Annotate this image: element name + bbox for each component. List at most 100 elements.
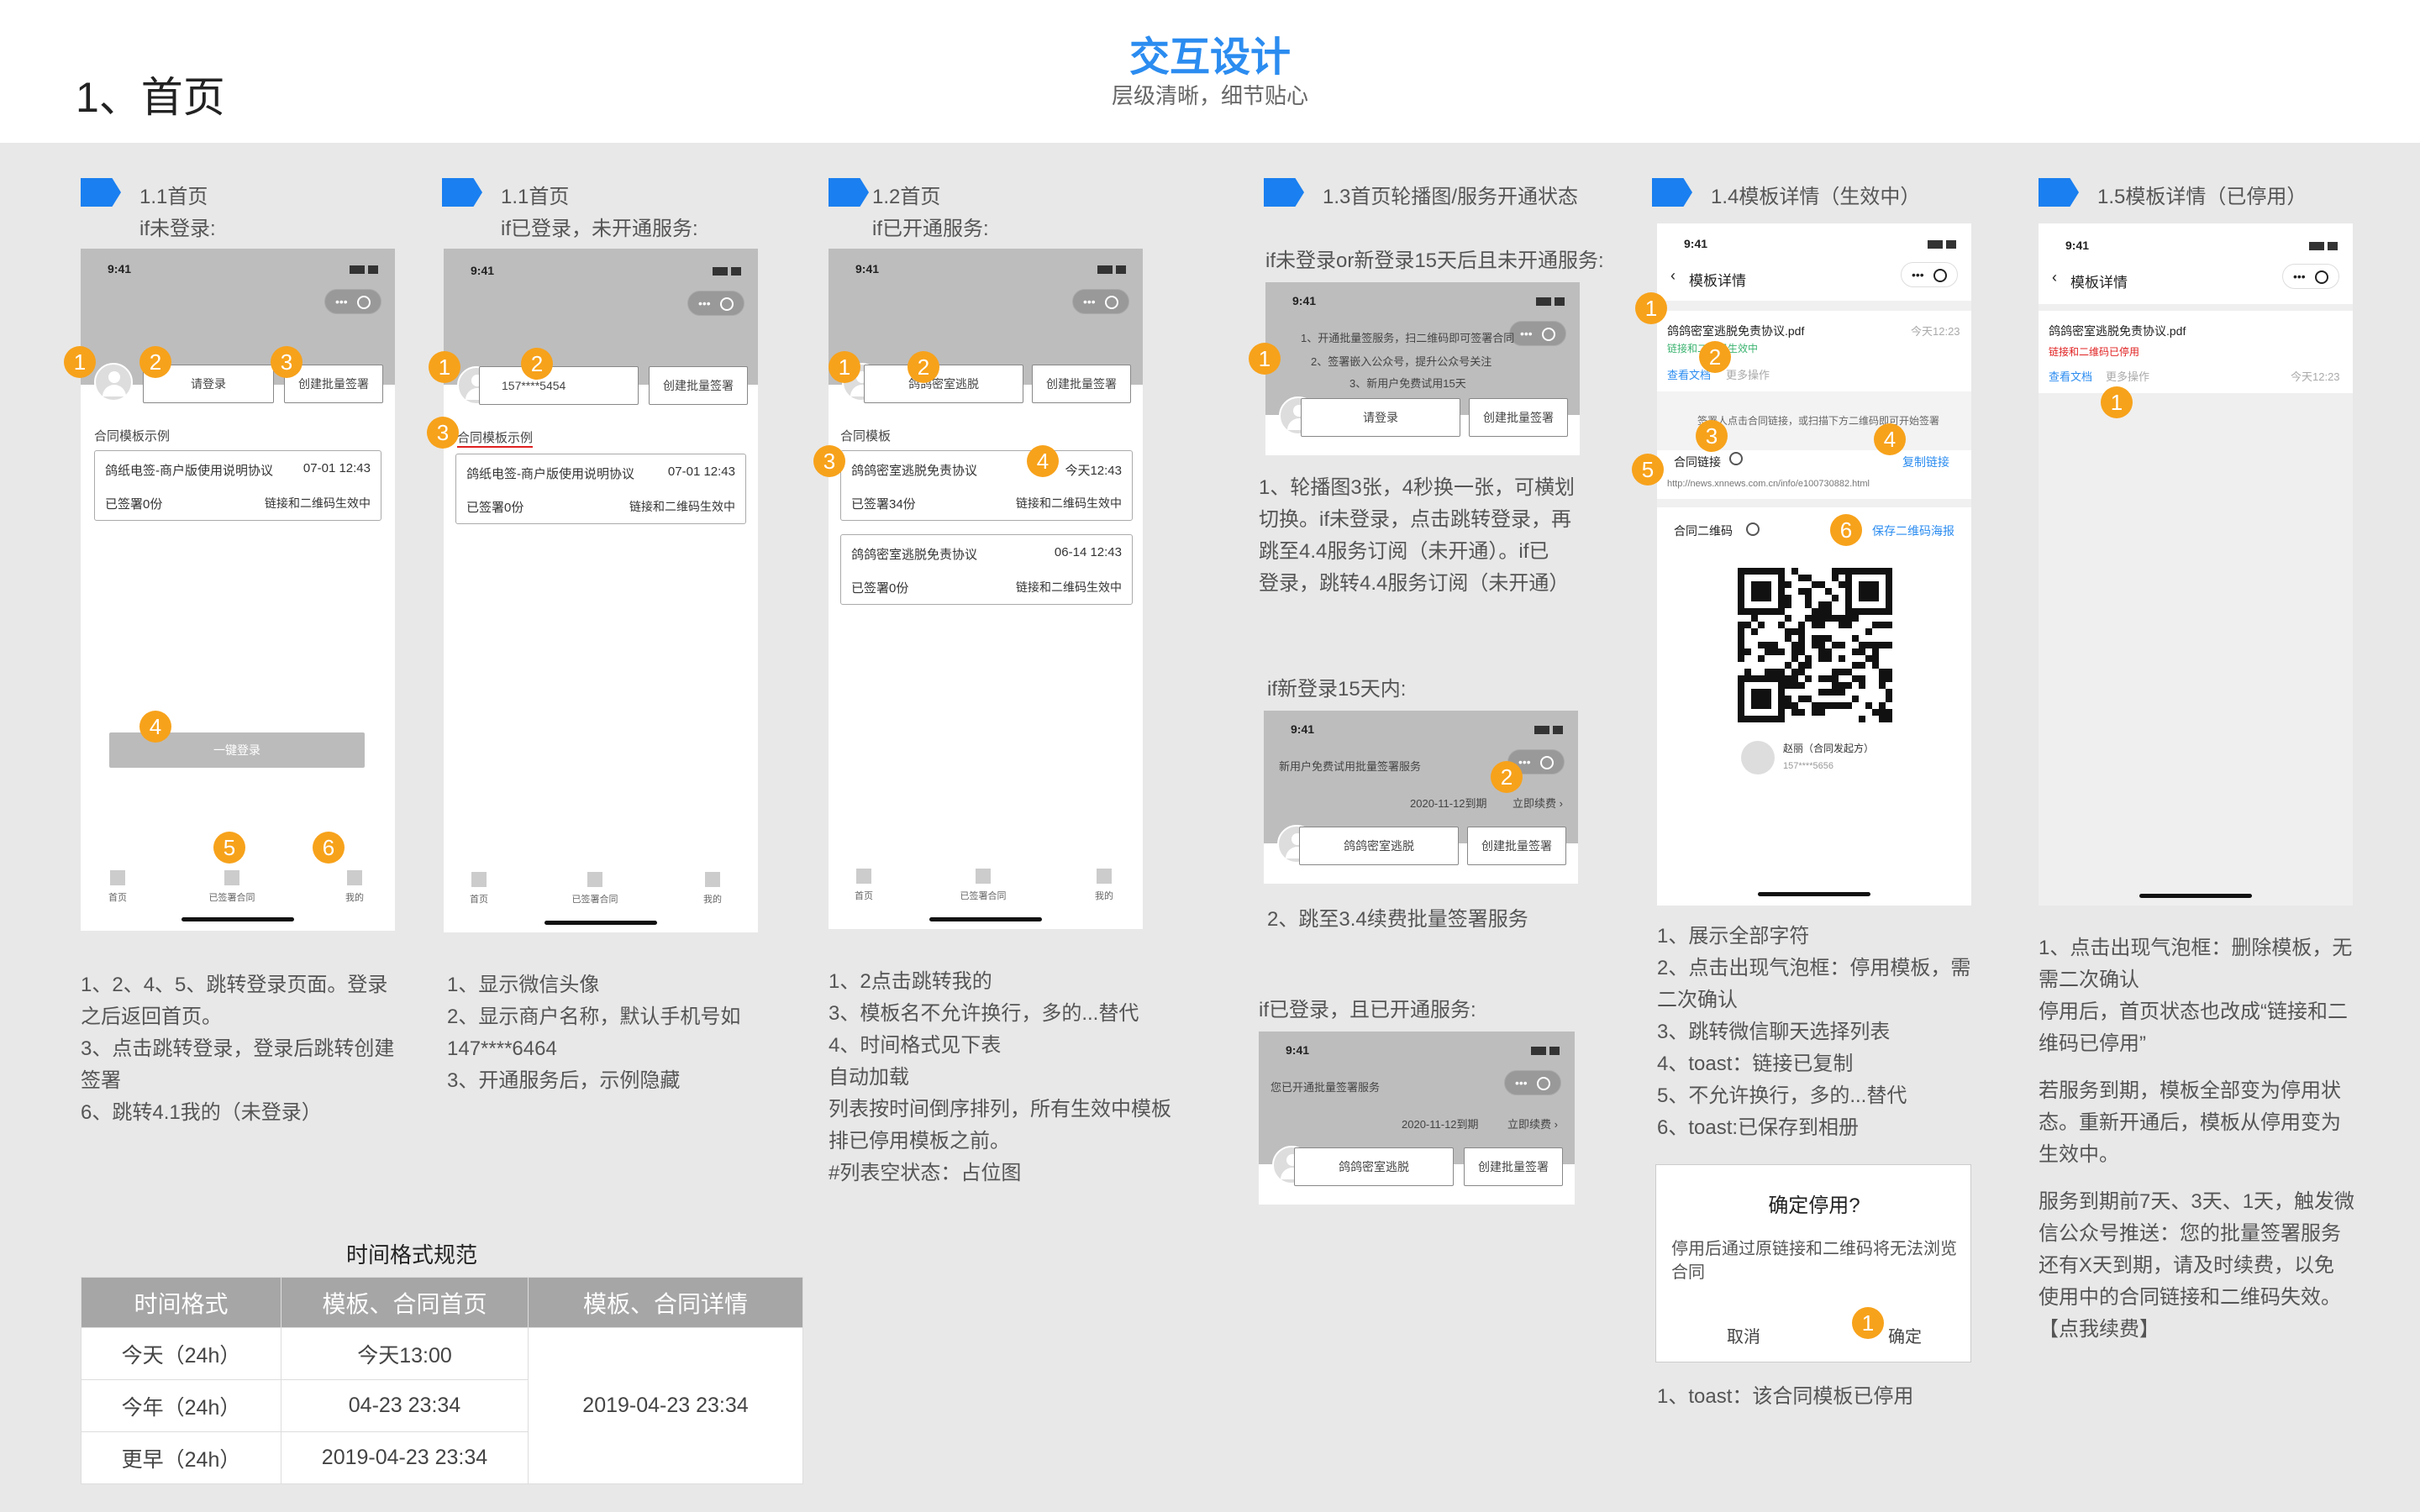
more-ops-link[interactable]: 更多操作 (1726, 366, 1770, 382)
tab-home[interactable]: 首页 (92, 870, 143, 904)
view-doc-link[interactable]: 查看文档 (2049, 368, 2092, 384)
note-line: 3、跳转微信聊天选择列表 (1657, 1021, 1891, 1043)
tab-signed[interactable]: 已签署合同 (958, 869, 1008, 902)
qr-module (1771, 716, 1778, 722)
qr-module (1825, 689, 1832, 696)
phone-number-button[interactable]: 157****5454 (479, 366, 639, 405)
status-time: 9:41 (1684, 237, 1708, 250)
qr-module (1812, 635, 1818, 642)
tab-home[interactable]: 首页 (839, 869, 889, 902)
contract-card[interactable]: 鸽纸电签-商户版使用说明协议 07-01 12:43 已签署0份 链接和二维码生… (94, 450, 381, 521)
qr-module (1744, 568, 1751, 575)
qr-module (1778, 575, 1785, 581)
qr-module (1744, 669, 1751, 675)
divider (1657, 301, 1971, 311)
badge-5: 5 (213, 832, 245, 864)
badge-2: 2 (1699, 341, 1731, 373)
tab-signed[interactable]: 已签署合同 (570, 872, 620, 906)
qr-module (1872, 588, 1879, 595)
qr-module (1758, 608, 1765, 615)
qr-module (1785, 615, 1791, 622)
note-line: 5、不允许换行，多的...替代 (1657, 1084, 1907, 1107)
create-batch-button[interactable]: 创建批量签署 (1032, 365, 1131, 403)
create-batch-button[interactable]: 创建批量签署 (1467, 827, 1566, 865)
miniapp-capsule[interactable]: ••• (1901, 262, 1958, 287)
qr-module (1852, 615, 1859, 622)
renew-link[interactable]: 立即续费 › (1507, 1116, 1558, 1131)
note-line: 3、点击跳转登录，登录后跳转创建 (81, 1037, 395, 1060)
qr-module (1738, 716, 1744, 722)
banner-mock-not-opened: 9:41 ••• 1、开通批量签服务，扫二维码即可签署合同 2、签署嵌入公众号，… (1265, 282, 1580, 455)
miniapp-capsule[interactable]: ••• (1504, 1070, 1561, 1095)
shop-name-button[interactable]: 鸽鸽密室逃脱 (864, 365, 1023, 403)
miniapp-capsule[interactable]: ••• (687, 291, 744, 316)
qr-module (1825, 588, 1832, 595)
qr-module (1872, 568, 1879, 575)
shop-name-button[interactable]: 鸽鸽密室逃脱 (1294, 1147, 1454, 1186)
qr-module (1778, 595, 1785, 601)
back-icon[interactable]: ‹ (1670, 267, 1676, 285)
contract-card[interactable]: 鸽鸽密室逃脱免责协议 06-14 12:43 已签署0份 链接和二维码生效中 (840, 534, 1133, 605)
qr-module (1798, 588, 1805, 595)
qr-module (1738, 675, 1744, 682)
flag-icon (1264, 178, 1304, 207)
status-time: 9:41 (2065, 239, 2090, 252)
qr-module (1758, 689, 1765, 696)
more-ops-link[interactable]: 更多操作 (2106, 368, 2149, 384)
link-status: 链接和二维码生效中 (1016, 580, 1122, 594)
copy-link-button[interactable]: 复制链接 (1902, 454, 1949, 470)
tab-mine[interactable]: 我的 (329, 870, 380, 904)
refresh-icon[interactable] (1746, 522, 1760, 536)
miniapp-capsule[interactable]: ••• (324, 289, 381, 314)
confirm-button[interactable]: 确定 (1888, 1323, 1922, 1347)
tab-mine[interactable]: 我的 (687, 872, 738, 906)
tab-home[interactable]: 首页 (454, 872, 504, 906)
cancel-button[interactable]: 取消 (1727, 1323, 1760, 1347)
contract-card[interactable]: 鸽鸽密室逃脱免责协议 今天12:43 已签署34份 链接和二维码生效中 (840, 450, 1133, 521)
login-button[interactable]: 请登录 (1301, 398, 1460, 437)
note-line: 登录，跳转4.4服务订阅（未开通） (1259, 572, 1570, 595)
note-line: 1、显示微信头像 (447, 974, 600, 996)
section-label: 1.5模板详情（已停用） (2097, 186, 2307, 208)
badge-1: 1 (1852, 1307, 1884, 1339)
condition-3: if已登录，且已开通服务: (1259, 999, 1476, 1021)
qr-module (1818, 635, 1825, 642)
note-line: 生效中。 (2039, 1143, 2119, 1166)
miniapp-capsule[interactable]: ••• (2282, 264, 2339, 289)
tab-mine[interactable]: 我的 (1079, 869, 1129, 902)
badge-3: 3 (427, 417, 459, 449)
shop-name-button[interactable]: 鸽鸽密室逃脱 (1299, 827, 1459, 865)
qr-module (1839, 669, 1845, 675)
create-batch-button[interactable]: 创建批量签署 (1464, 1147, 1563, 1186)
contract-date: 06-14 12:43 (1054, 545, 1122, 559)
miniapp-capsule[interactable]: ••• (1072, 289, 1129, 314)
qr-module (1832, 575, 1839, 581)
qr-module (1865, 642, 1872, 648)
tab-signed[interactable]: 已签署合同 (207, 870, 257, 904)
qr-module (1751, 689, 1758, 696)
qr-module (1785, 628, 1791, 635)
create-batch-button[interactable]: 创建批量签署 (1469, 398, 1568, 437)
qr-module (1758, 622, 1765, 628)
qr-module (1879, 568, 1886, 575)
note-line (2039, 1060, 2354, 1075)
avatar[interactable] (94, 363, 133, 402)
create-batch-button[interactable]: 创建批量签署 (649, 366, 748, 405)
qr-module (1738, 601, 1744, 608)
qr-module (1859, 662, 1865, 669)
save-qr-button[interactable]: 保存二维码海报 (1872, 522, 1954, 539)
renew-link[interactable]: 立即续费 › (1512, 795, 1563, 811)
link-label: 合同链接 (1674, 455, 1721, 469)
refresh-icon[interactable] (1729, 452, 1743, 465)
qr-module (1805, 662, 1812, 669)
qr-module (1738, 682, 1744, 689)
qr-module (1738, 595, 1744, 601)
back-icon[interactable]: ‹ (2052, 269, 2057, 286)
qr-module (1865, 608, 1872, 615)
signal-icon (350, 265, 378, 274)
qr-module (1812, 608, 1818, 615)
qr-module (1886, 675, 1892, 682)
notes-section-6: 1、点击出现气泡框：删除模板，无 需二次确认 停用后，首页状态也改成“链接和二 … (2039, 932, 2354, 1346)
contract-card[interactable]: 鸽纸电签-商户版使用说明协议 07-01 12:43 已签署0份 链接和二维码生… (455, 454, 746, 524)
miniapp-capsule[interactable]: ••• (1509, 321, 1566, 346)
